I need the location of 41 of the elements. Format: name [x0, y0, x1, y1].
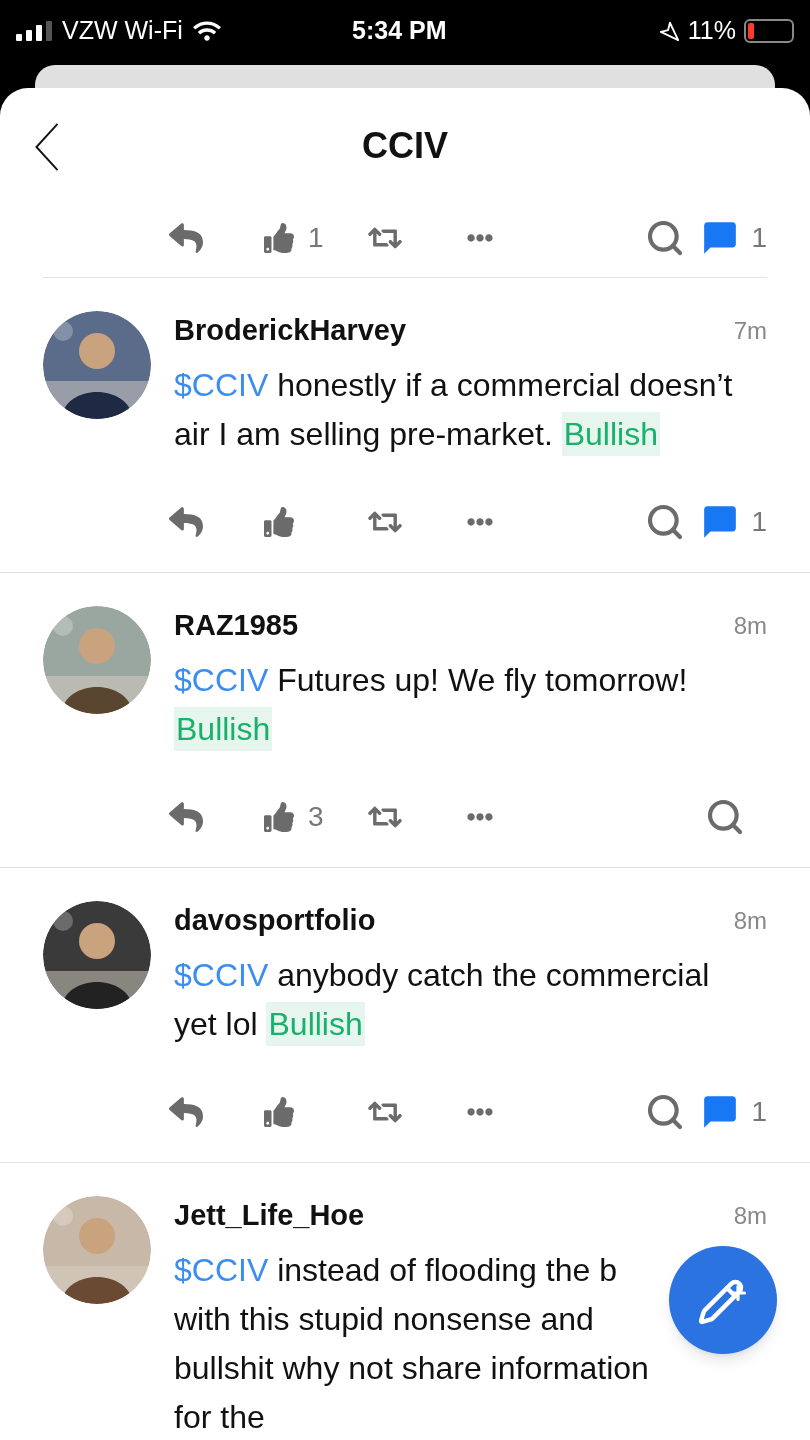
reply-icon[interactable]: [166, 505, 206, 539]
post-text: $CCIV anybody catch the commercial yet lol Bullish: [174, 951, 767, 1049]
wifi-icon: [192, 20, 221, 42]
username[interactable]: Jett_Life_Hoe: [174, 1194, 365, 1238]
thumbs-up-icon[interactable]: [264, 1097, 294, 1127]
like-count: 3: [308, 800, 324, 834]
thumbs-up-icon[interactable]: [264, 223, 294, 253]
post-time: 7m: [733, 316, 767, 346]
bullish-tag: Bullish: [266, 1002, 365, 1046]
search-icon[interactable]: [645, 502, 685, 542]
back-icon[interactable]: [34, 123, 60, 171]
reply-icon[interactable]: [166, 1095, 206, 1129]
post-time: 8m: [733, 906, 767, 936]
thumbs-up-icon[interactable]: [264, 802, 294, 832]
like-count: 1: [308, 221, 324, 255]
post-text: $CCIV honestly if a commercial doesn’t air I am selling pre-market. Bullish: [174, 361, 767, 459]
comment-count: 1: [751, 1095, 767, 1129]
search-icon[interactable]: [645, 218, 685, 258]
search-icon[interactable]: [705, 797, 745, 837]
signal-icon: [16, 21, 52, 41]
bullish-tag: Bullish: [561, 412, 660, 456]
location-icon: [657, 20, 680, 42]
comment-count: 1: [751, 505, 767, 539]
username[interactable]: BroderickHarvey: [174, 309, 407, 353]
reply-icon[interactable]: [166, 800, 206, 834]
battery-icon: [744, 19, 794, 43]
thumbs-up-icon[interactable]: [264, 507, 294, 537]
reply-icon[interactable]: [166, 221, 206, 255]
battery-percent: 11%: [687, 15, 736, 47]
post-text: $CCIV instead of flooding the b with this stupid nonsense and bullshit why not share information for the: [174, 1251, 650, 1437]
clock: 5:34 PM: [352, 15, 447, 47]
comment-count: 1: [751, 221, 767, 255]
bullish-tag: Bullish: [174, 707, 273, 751]
post-text: $CCIV Futures up! We fly tomorrow! Bullish: [174, 656, 767, 754]
search-icon[interactable]: [645, 1092, 685, 1132]
carrier-label: VZW Wi-Fi: [62, 15, 183, 47]
username[interactable]: RAZ1985: [174, 604, 299, 648]
post-time: 8m: [733, 1201, 767, 1231]
page-title: CCIV: [362, 123, 448, 168]
username[interactable]: davosportfolio: [174, 899, 376, 943]
post-time: 8m: [733, 611, 767, 641]
